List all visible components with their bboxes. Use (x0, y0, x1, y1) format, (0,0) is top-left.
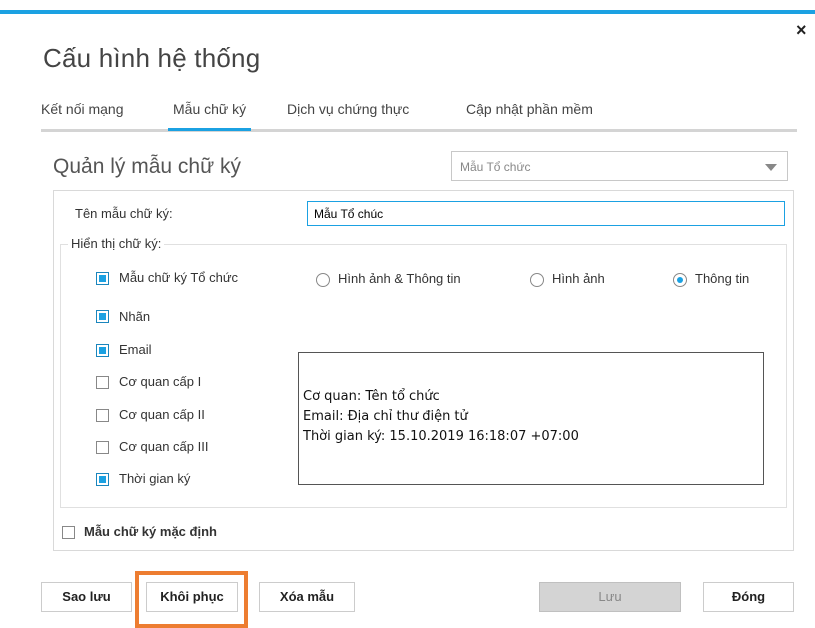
tab-certification-service[interactable]: Dịch vụ chứng thực (287, 101, 409, 117)
radio-image-and-info[interactable] (316, 273, 330, 287)
radio-image[interactable] (530, 273, 544, 287)
checkbox-default-template-label: Mẫu chữ ký mặc định (84, 524, 217, 539)
radio-image-and-info-label: Hình ảnh & Thông tin (338, 271, 461, 286)
window-accent-bar (0, 10, 815, 14)
radio-info-label: Thông tin (695, 271, 750, 286)
checkbox-agency-level-1-label: Cơ quan cấp I (119, 374, 202, 389)
preview-line-agency: Cơ quan: Tên tổ chức (303, 389, 440, 404)
chevron-down-icon (765, 164, 777, 171)
close-button[interactable]: Đóng (703, 582, 794, 612)
checkbox-label[interactable] (96, 310, 109, 323)
checkbox-agency-level-3-label: Cơ quan cấp III (119, 439, 209, 454)
tab-software-update[interactable]: Cập nhật phần mềm (466, 101, 593, 117)
tab-signature-template[interactable]: Mẫu chữ ký (167, 101, 252, 131)
delete-template-button[interactable]: Xóa mẫu (259, 582, 355, 612)
display-group-label: Hiển thị chữ ký: (68, 236, 165, 251)
checkbox-org-template-label: Mẫu chữ ký Tổ chức (119, 270, 239, 285)
restore-button-highlight (135, 571, 248, 628)
checkbox-sign-time[interactable] (96, 473, 109, 486)
dialog-title: Cấu hình hệ thống (43, 43, 261, 73)
checkbox-agency-level-2-label: Cơ quan cấp II (119, 407, 205, 422)
section-title: Quản lý mẫu chữ ký (53, 155, 241, 178)
preview-line-email: Email: Địa chỉ thư điện tử (303, 409, 468, 424)
checkbox-email[interactable] (96, 344, 109, 357)
checkbox-agency-level-2[interactable] (96, 409, 109, 422)
template-select[interactable]: Mẫu Tổ chức (451, 151, 788, 181)
save-button[interactable]: Lưu (539, 582, 681, 612)
signature-preview: Cơ quan: Tên tổ chức Email: Địa chỉ thư … (298, 352, 764, 485)
checkbox-default-template[interactable] (62, 526, 75, 539)
checkbox-agency-level-1[interactable] (96, 376, 109, 389)
checkbox-email-label: Email (119, 342, 152, 357)
tab-network[interactable]: Kết nối mạng (41, 101, 124, 117)
checkbox-label-label: Nhãn (119, 309, 151, 324)
radio-info[interactable] (673, 273, 687, 287)
checkbox-agency-level-3[interactable] (96, 441, 109, 454)
template-name-label: Tên mẫu chữ ký: (75, 206, 173, 221)
checkbox-org-template[interactable] (96, 272, 109, 285)
tab-bar: Kết nối mạng Mẫu chữ ký Dịch vụ chứng th… (41, 99, 797, 132)
close-icon[interactable]: × (796, 20, 807, 41)
template-name-input[interactable] (307, 201, 785, 226)
backup-button[interactable]: Sao lưu (41, 582, 132, 612)
template-select-value: Mẫu Tổ chức (460, 160, 531, 174)
checkbox-sign-time-label: Thời gian ký (119, 471, 191, 486)
preview-line-time: Thời gian ký: 15.10.2019 16:18:07 +07:00 (303, 429, 579, 444)
radio-image-label: Hình ảnh (552, 271, 605, 286)
